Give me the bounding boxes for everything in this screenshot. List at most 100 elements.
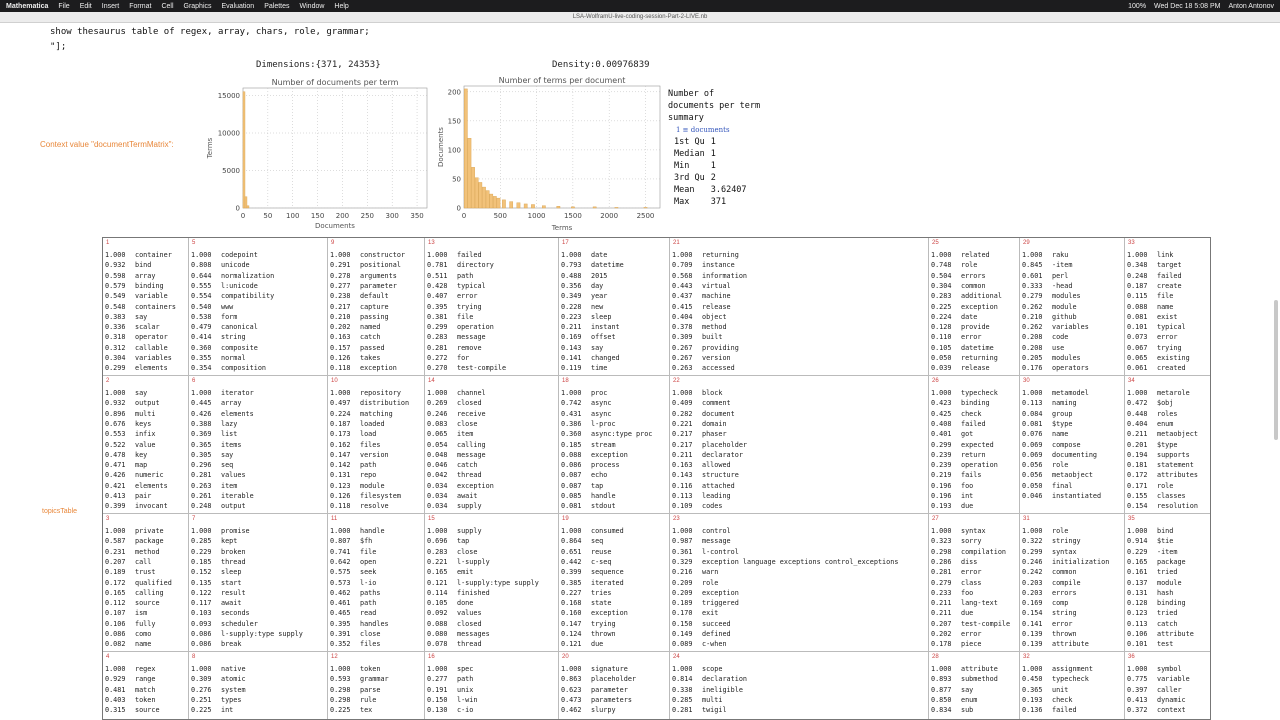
code-line-2[interactable]: "]; (50, 42, 66, 52)
topic-term-row: 0.101 test (1127, 639, 1173, 649)
term-score: 0.549 (105, 292, 126, 301)
battery-status[interactable]: 100% (1128, 3, 1146, 10)
menu-item-edit[interactable]: Edit (80, 3, 92, 10)
term-word: seq (221, 461, 234, 470)
menu-item-cell[interactable]: Cell (161, 3, 173, 10)
term-score: 0.465 (330, 609, 351, 618)
term-word: built (702, 333, 723, 342)
term-score: 0.283 (427, 333, 448, 342)
topic-term-row: 0.231 method (105, 547, 160, 557)
term-word: syntax (1052, 547, 1077, 556)
topic-term-row: 0.069 documenting (1022, 450, 1097, 460)
y-tick-label: 5000 (222, 167, 240, 175)
topic-term-row: 0.210 passing (330, 312, 389, 322)
term-word: source (135, 706, 160, 715)
term-score: 0.369 (191, 430, 212, 439)
term-word: l-io (360, 578, 377, 587)
menu-bar: Mathematica File Edit Insert Format Cell Graph… (0, 0, 1280, 12)
menu-item-graphics[interactable]: Graphics (184, 3, 212, 10)
term-word: broken (221, 547, 246, 556)
term-score: 0.395 (427, 302, 448, 311)
menu-item-insert[interactable]: Insert (102, 3, 120, 10)
term-score: 0.203 (1022, 578, 1043, 587)
topic-term-row: 0.147 trying (561, 619, 616, 629)
topic-term-row: 0.082 name (105, 639, 151, 649)
term-score: 0.189 (105, 568, 126, 577)
term-word: attributes (1157, 471, 1198, 480)
menu-item-help[interactable]: Help (334, 3, 348, 10)
topic-term-row: 0.088 closed (427, 619, 482, 629)
term-score: 0.408 (931, 419, 952, 428)
term-score: 0.101 (1127, 323, 1148, 332)
terms-per-document-histogram[interactable]: 0 500 1000 1500 2000 2500 0 50 100 150 200 Number o… (436, 72, 664, 232)
topic-term-row: 1.000 typecheck (931, 388, 998, 398)
vertical-scrollbar[interactable] (1274, 300, 1278, 440)
term-word: use (1052, 343, 1065, 352)
term-word: system (221, 685, 246, 694)
term-score: 0.399 (561, 568, 582, 577)
term-word: loaded (360, 419, 385, 428)
term-word: exception (702, 588, 739, 597)
term-word: l-control (702, 547, 739, 556)
term-score: 0.169 (1022, 599, 1043, 608)
topic-term-row: 1.000 iterator (191, 388, 254, 398)
clock[interactable]: Wed Dec 18 5:08 PM (1154, 3, 1220, 10)
topic-term-row: 1.000 proc (561, 388, 607, 398)
topic-term-row: 0.150 l-win (427, 695, 477, 705)
menu-item-evaluation[interactable]: Evaluation (222, 3, 255, 10)
term-score: 0.381 (427, 312, 448, 321)
topic-term-row: 0.623 parameter (561, 685, 628, 695)
topic-term-row: 0.808 unicode (191, 260, 250, 270)
topic-term-row: 0.123 module (330, 481, 385, 491)
menu-item-window[interactable]: Window (300, 3, 325, 10)
menu-item-format[interactable]: Format (129, 3, 151, 10)
term-word: result (221, 588, 246, 597)
term-score: 0.304 (105, 354, 126, 362)
term-word: seq (591, 537, 604, 546)
code-line-1[interactable]: show thesaurus table of regex, array, ch… (50, 27, 370, 37)
menu-item-file[interactable]: File (58, 3, 69, 10)
topic-term-row: 1.000 returning (672, 250, 739, 260)
topic-term-row: 0.143 structure (672, 470, 739, 480)
term-word: assignment (1052, 665, 1093, 673)
term-word: error (1052, 619, 1073, 628)
term-word: stdout (591, 502, 616, 511)
histogram-bar (531, 204, 535, 209)
topic-term-row: 0.078 thread (427, 639, 482, 649)
term-word: break (221, 640, 242, 649)
stat-value: 1 (710, 149, 716, 159)
topic-block: 16 1.000 spec 0.277 path 0.191 unix 0.150 l-win 0… (425, 652, 559, 719)
menu-item-mathematica[interactable]: Mathematica (6, 3, 48, 10)
topic-term-row: 0.203 errors (1022, 588, 1077, 598)
topic-block: 17 1.000 date 0.793 datetime 0.488 2015 0.356 da… (559, 238, 670, 376)
summary-title-1: Number of (668, 89, 715, 99)
topic-term-row: 0.431 async (561, 409, 611, 419)
term-score: 0.279 (1022, 292, 1043, 301)
histogram-bar (614, 207, 619, 209)
x-tick-label: 0 (241, 212, 245, 220)
term-score: 0.202 (330, 323, 351, 332)
topic-term-row: 0.152 sleep (191, 567, 241, 577)
user-name[interactable]: Anton Antonov (1228, 3, 1274, 10)
documents-per-term-histogram[interactable]: 0 50 100 150 200 250 300 350 0 5000 10000 15000 Numb… (205, 74, 435, 230)
topic-term-row: 0.298 compilation (931, 547, 1006, 557)
x-axis-label: Terms (551, 224, 573, 232)
term-score: 0.088 (427, 619, 448, 628)
topic-term-row: 0.587 package (105, 536, 164, 546)
term-score: 0.083 (427, 419, 448, 428)
term-word: values (221, 471, 246, 480)
term-word: composite (221, 343, 258, 352)
term-word: close (360, 630, 381, 638)
topic-term-row: 0.593 grammar (330, 674, 389, 684)
topic-term-row: 0.548 containers (105, 302, 176, 312)
term-score: 0.299 (427, 323, 448, 332)
term-score: 0.318 (105, 333, 126, 342)
term-word: range (135, 675, 156, 684)
menu-item-palettes[interactable]: Palettes (264, 3, 289, 10)
term-score: 0.069 (1022, 440, 1043, 449)
term-word: operators (1052, 364, 1089, 373)
topic-index: 34 (1128, 378, 1135, 384)
topic-term-row: 0.322 stringy (1022, 536, 1081, 546)
topic-term-row: 0.285 kept (191, 536, 237, 546)
term-word: operator (135, 333, 168, 342)
